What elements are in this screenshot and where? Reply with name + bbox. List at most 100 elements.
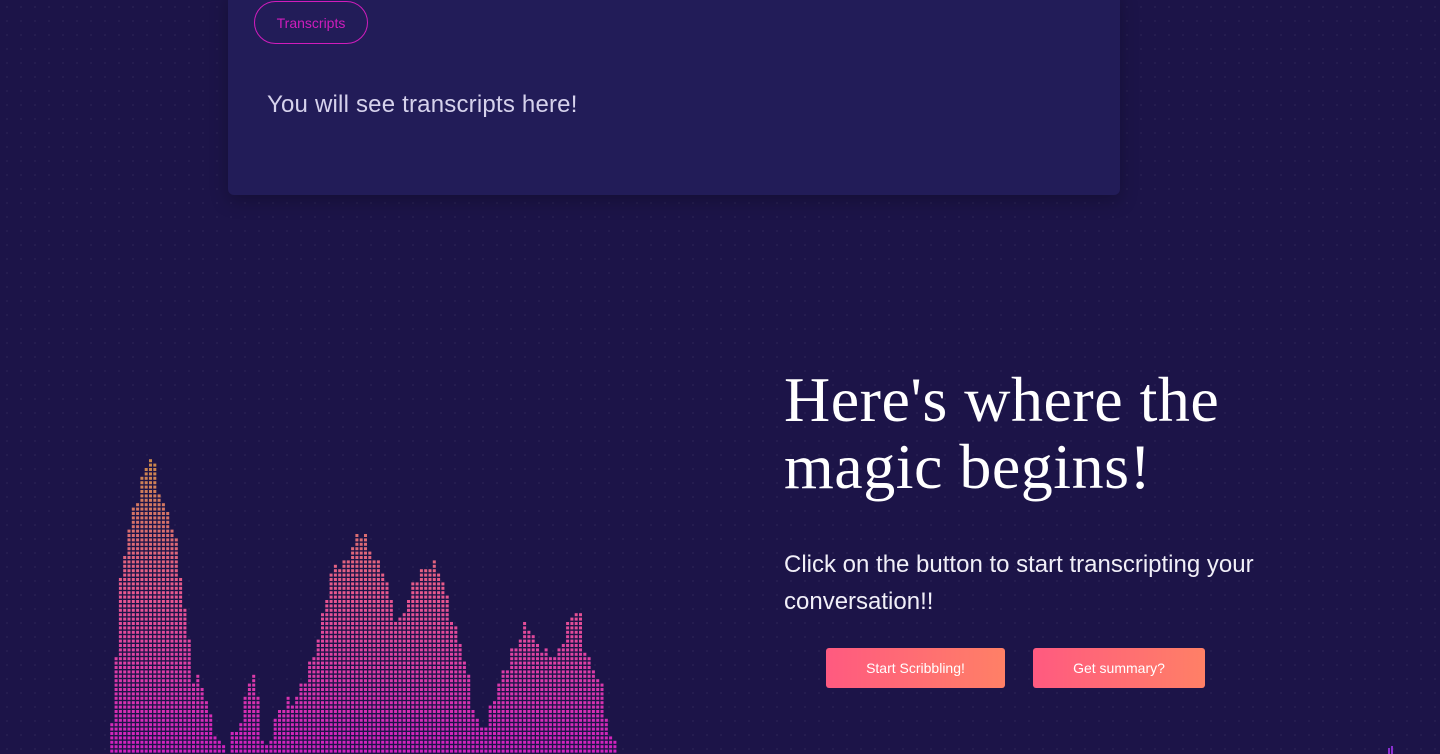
waveform-segment [351,617,355,621]
waveform-segment [179,630,183,634]
waveform-segment [247,688,251,691]
waveform-segment [114,705,118,709]
waveform-segment [183,749,187,753]
waveform-segment [174,564,178,568]
waveform-segment [192,705,195,709]
waveform-segment [531,701,535,705]
waveform-segment [385,613,389,617]
waveform-segment [566,666,570,669]
waveform-segment [140,494,144,498]
waveform-segment [385,648,389,652]
waveform-segment [131,705,135,709]
waveform-segment [136,644,140,647]
waveform-segment [501,745,505,749]
waveform-segment [140,705,144,709]
waveform-segment [144,736,148,740]
waveform-segment [514,745,518,749]
waveform-segment [136,613,140,617]
waveform-segment [333,648,337,652]
waveform-segment [527,701,531,705]
start-scribbling-button[interactable]: Start Scribbling! [826,648,1005,688]
waveform-segment [136,547,140,551]
waveform-segment [424,586,428,590]
waveform-segment [527,692,531,696]
waveform-segment [140,683,144,687]
waveform-segment [157,512,161,515]
waveform-segment [346,578,350,581]
waveform-segment [329,674,333,678]
waveform-segment [445,696,449,700]
waveform-segment [454,652,458,656]
waveform-segment [140,507,144,511]
waveform-segment [475,723,479,727]
waveform-segment [540,670,544,674]
waveform-segment [544,701,548,705]
waveform-segment [432,635,436,639]
waveform-segment [385,666,389,669]
waveform-segment [196,732,200,735]
waveform-segment [329,626,333,630]
waveform-segment [303,723,307,727]
tab-transcripts[interactable]: Transcripts [254,1,368,44]
get-summary-button[interactable]: Get summary? [1033,648,1205,688]
waveform-segment [394,648,398,652]
waveform-segment [359,696,363,700]
waveform-segment [428,666,432,669]
waveform-segment [600,688,604,691]
waveform-segment [548,688,552,691]
waveform-segment [428,701,432,705]
waveform-segment [411,727,415,731]
waveform-segment [196,688,200,691]
waveform-segment [454,736,458,740]
waveform-segment [346,635,350,639]
waveform-segment [140,679,144,683]
waveform-segment [127,666,131,669]
waveform-segment [136,503,140,507]
waveform-segment [368,630,372,634]
waveform-segment [368,569,372,573]
waveform-segment [342,560,346,564]
waveform-segment [342,666,346,669]
waveform-segment [566,639,570,643]
waveform-segment [368,696,372,700]
waveform-segment [200,705,204,709]
waveform-segment [144,745,148,749]
waveform-segment [458,696,462,700]
waveform-segment [540,674,544,678]
waveform-segment [437,718,441,722]
waveform-segment [441,736,445,740]
waveform-segment [368,666,372,669]
waveform-segment [368,644,372,647]
waveform-segment [123,608,127,612]
waveform-segment [553,679,557,683]
waveform-segment [527,740,531,744]
waveform-segment [450,630,453,634]
waveform-segment [407,688,410,691]
waveform-segment [467,714,471,718]
waveform-segment [583,696,587,700]
waveform-segment [127,556,131,559]
waveform-segment [179,701,183,705]
waveform-segment [183,732,187,735]
waveform-segment [604,732,608,735]
waveform-segment [583,714,587,718]
waveform-segment [157,617,161,621]
waveform-segment [157,652,161,656]
waveform-segment [394,749,398,753]
waveform-segment [514,648,518,652]
waveform-segment [407,718,410,722]
waveform-segment [273,749,277,753]
waveform-segment [583,657,587,661]
waveform-segment [566,718,570,722]
waveform-segment [570,688,574,691]
waveform-segment [437,666,441,669]
waveform-segment [321,718,324,722]
waveform-segment [596,718,600,722]
waveform-segment [561,705,565,709]
waveform-segment [471,727,475,731]
waveform-segment [303,701,307,705]
waveform-segment [170,710,174,713]
waveform-segment [372,692,376,696]
waveform-segment [411,688,415,691]
waveform-segment [518,740,522,744]
